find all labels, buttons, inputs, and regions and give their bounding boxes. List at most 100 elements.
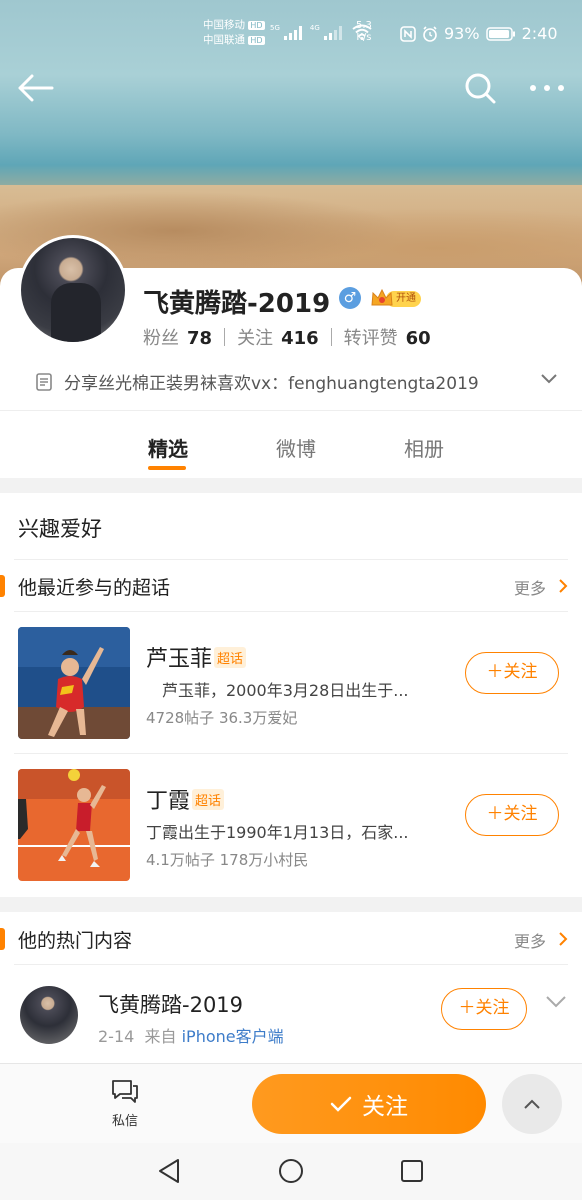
crown-icon: [371, 288, 393, 306]
fans-count: 78: [187, 328, 213, 349]
interactions-label: 转评赞: [343, 328, 398, 349]
topic-stats: 4.1万帖子 178万小村民: [146, 851, 309, 869]
super-topic-tag: 超话: [214, 646, 247, 668]
back-triangle-icon[interactable]: [156, 1157, 184, 1185]
topic-thumbnail: [18, 627, 130, 739]
divider: [14, 559, 568, 560]
section-accent-bar: [0, 575, 5, 597]
fans-stat[interactable]: 粉丝 78: [143, 324, 212, 350]
bottom-action-bar: 私信 关注: [0, 1063, 582, 1143]
message-icon: [112, 1080, 138, 1103]
net1-label: 5G: [270, 24, 280, 32]
system-navigation-bar: [0, 1143, 582, 1200]
post-author-avatar[interactable]: [20, 986, 78, 1044]
following-label: 关注: [237, 328, 274, 349]
alarm-icon: [423, 25, 437, 42]
topic-stats: 4728帖子 36.3万爱妃: [146, 709, 298, 727]
super-topics-header[interactable]: 他最近参与的超话 更多: [0, 561, 582, 611]
following-stat[interactable]: 关注 416: [237, 324, 319, 350]
divider: [14, 964, 568, 965]
recents-square-icon[interactable]: [398, 1157, 426, 1185]
tab-album[interactable]: 相册: [360, 411, 488, 478]
chevron-right-icon[interactable]: [556, 577, 570, 595]
follow-topic-button[interactable]: ＋关注: [465, 652, 559, 694]
interests-title: 兴趣爱好: [18, 517, 102, 541]
profile-name: 飞黄腾踏-2019: [143, 289, 331, 319]
hd-label: HD: [248, 21, 265, 30]
vip-badge[interactable]: 开通: [370, 287, 424, 309]
chevron-down-icon[interactable]: [544, 994, 568, 1010]
divider: [14, 753, 568, 754]
tab-featured[interactable]: 精选: [104, 411, 232, 478]
carrier2-label: 中国联通: [203, 34, 245, 46]
topic-name-text: 丁霞: [146, 789, 191, 814]
battery-percent: 93%: [444, 24, 480, 43]
profile-bio[interactable]: 分享丝光棉正装男袜喜欢vx：fenghuangtengta2019: [34, 369, 564, 394]
signal-bars-icon: [283, 26, 302, 40]
speed-value: 5.3: [356, 20, 372, 31]
interests-section: 兴趣爱好 他最近参与的超话 更多 芦玉菲超话 芦玉菲，2000年3月28日出生: [0, 493, 582, 897]
more-link[interactable]: 更多: [514, 928, 546, 952]
chevron-right-icon[interactable]: [556, 930, 570, 948]
search-icon[interactable]: [464, 72, 496, 104]
hot-content-title: 他的热门内容: [18, 930, 133, 952]
nfc-icon: [400, 25, 416, 42]
male-gender-icon: ♂: [339, 287, 361, 309]
hot-content-header[interactable]: 他的热门内容 更多: [0, 914, 582, 964]
carrier-info: 中国移动 HD 中国联通 HD: [203, 18, 265, 48]
follow-author-button[interactable]: ＋关注: [441, 988, 527, 1030]
home-circle-icon[interactable]: [277, 1157, 305, 1185]
divider: [14, 611, 568, 612]
chevron-up-icon: [524, 1099, 540, 1109]
interactions-stat[interactable]: 转评赞 60: [344, 324, 431, 350]
following-count: 416: [281, 328, 319, 349]
follow-label: 关注: [362, 1094, 408, 1120]
post-date: 2-14: [98, 1027, 135, 1046]
network-speed: 5.3 K/s: [356, 20, 372, 44]
post-from-label: 来自: [144, 1027, 177, 1046]
hd-label: HD: [248, 36, 265, 45]
post-source[interactable]: iPhone客户端: [182, 1027, 284, 1046]
topic-description: 丁霞出生于1990年1月13日，石家...: [146, 823, 409, 842]
more-link[interactable]: 更多: [514, 575, 546, 599]
hot-content-section: 他的热门内容 更多 飞黄腾踏-2019 2-14 来自 iPhone客户端 ＋关…: [0, 912, 582, 1082]
section-accent-bar: [0, 928, 5, 950]
battery-icon: [485, 26, 515, 41]
topic-description: 芦玉菲，2000年3月28日出生于...: [146, 681, 409, 700]
back-arrow-icon[interactable]: [18, 72, 54, 104]
chevron-down-icon[interactable]: [540, 371, 558, 385]
super-topic-tag: 超话: [192, 788, 225, 810]
clock-time: 2:40: [521, 24, 558, 43]
post-meta: 2-14 来自 iPhone客户端: [98, 1023, 284, 1047]
topic-name: 芦玉菲 超话: [146, 641, 247, 673]
fans-label: 粉丝: [143, 328, 179, 349]
speed-unit: K/s: [356, 32, 372, 43]
follow-user-button[interactable]: 关注: [252, 1074, 486, 1134]
bio-text: 分享丝光棉正装男袜喜欢vx：fenghuangtengta2019: [64, 374, 479, 394]
topic-name-text: 芦玉菲: [146, 647, 213, 672]
dm-label: 私信: [111, 1114, 138, 1129]
tab-weibo[interactable]: 微博: [232, 411, 360, 478]
signal-bars-icon: [323, 26, 342, 40]
scroll-to-top-button[interactable]: [502, 1074, 562, 1134]
interactions-count: 60: [405, 328, 431, 349]
gymnast-image: [18, 627, 130, 739]
profile-stats: 粉丝 78 关注 416 转评赞 60: [143, 324, 431, 350]
status-right: 93% 2:40: [400, 24, 558, 43]
topic-item[interactable]: 丁霞 超话 丁霞出生于1990年1月13日，石家... 4.1万帖子 178万小村…: [0, 769, 582, 911]
profile-tabs: 精选 微博 相册: [0, 410, 582, 478]
net2-label: 4G: [309, 24, 320, 32]
follow-topic-button[interactable]: ＋关注: [465, 794, 559, 836]
post-author-name[interactable]: 飞黄腾踏-2019: [98, 989, 243, 1019]
topic-item[interactable]: 芦玉菲 超话 芦玉菲，2000年3月28日出生于... 4728帖子 36.3万爱…: [0, 627, 582, 769]
direct-message-button[interactable]: 私信: [102, 1078, 148, 1129]
status-bar: 中国移动 HD 中国联通 HD 5G 4G 5.3 K/s 93% 2:40: [0, 14, 582, 54]
more-options-icon[interactable]: [528, 76, 568, 100]
check-icon: [330, 1096, 352, 1112]
super-topics-title: 他最近参与的超话: [18, 577, 171, 599]
avatar[interactable]: [18, 235, 128, 345]
topic-name: 丁霞 超话: [146, 783, 225, 815]
document-icon: [36, 372, 52, 391]
topic-thumbnail: [18, 769, 130, 881]
stats-divider: [224, 328, 226, 346]
